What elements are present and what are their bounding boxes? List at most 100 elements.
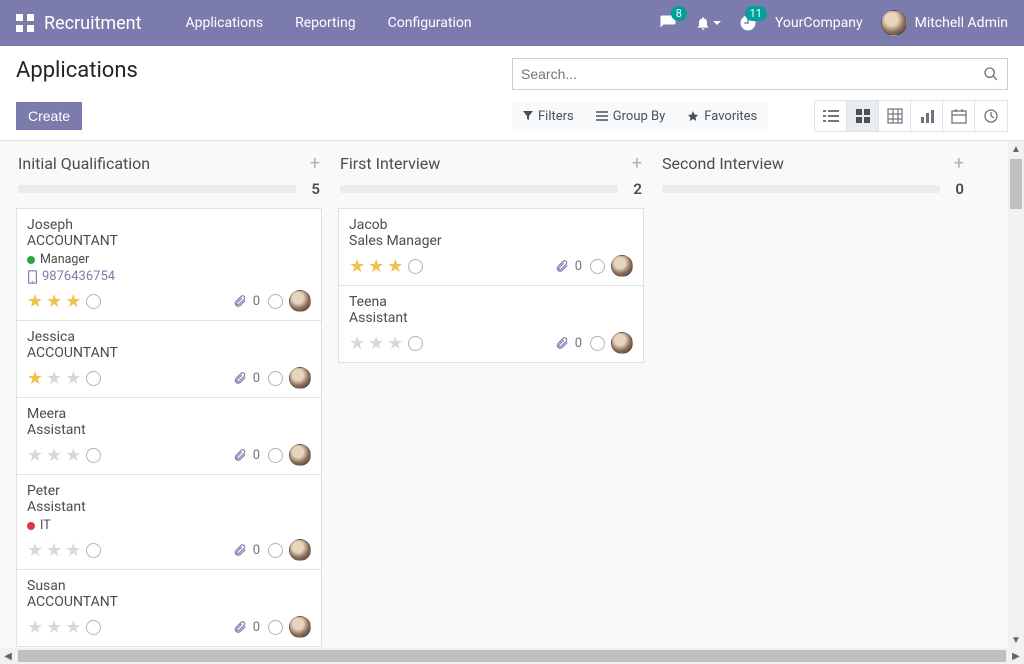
progress-bar[interactable] [340, 185, 618, 193]
activities-icon[interactable]: 11 [739, 14, 757, 32]
priority-stars[interactable]: ★★★ [27, 291, 101, 312]
column-body[interactable] [660, 204, 966, 664]
star-icon[interactable]: ★ [27, 368, 43, 389]
attachment-icon[interactable] [555, 259, 569, 273]
activity-state-icon[interactable] [268, 543, 283, 558]
attachment-icon[interactable] [233, 371, 247, 385]
vertical-scrollbar[interactable]: ▲ ▼ [1008, 141, 1024, 648]
search-input[interactable] [521, 66, 983, 82]
progress-bar[interactable] [662, 185, 940, 193]
quick-create-button[interactable]: + [954, 153, 964, 174]
user-menu[interactable]: Mitchell Admin [881, 10, 1008, 36]
column-body[interactable]: JacobSales Manager★★★0TeenaAssistant★★★0 [338, 204, 644, 664]
star-icon[interactable]: ★ [46, 291, 62, 312]
star-icon[interactable]: ★ [65, 445, 81, 466]
star-icon[interactable]: ★ [46, 368, 62, 389]
scroll-down-icon[interactable]: ▼ [1008, 632, 1024, 648]
company-selector[interactable]: YourCompany [775, 15, 863, 31]
kanban-card[interactable]: JessicaACCOUNTANT★★★0 [16, 320, 322, 398]
scroll-thumb[interactable] [18, 650, 1006, 662]
notifications-icon[interactable] [695, 15, 721, 31]
star-icon[interactable]: ★ [387, 256, 403, 277]
attachment-icon[interactable] [233, 543, 247, 557]
filters-button[interactable]: Filters [512, 102, 585, 131]
star-icon[interactable]: ★ [65, 291, 81, 312]
create-button[interactable]: Create [16, 102, 82, 130]
view-calendar[interactable] [943, 101, 975, 131]
progress-bar[interactable] [18, 185, 296, 193]
attachment-icon[interactable] [233, 294, 247, 308]
avatar[interactable] [289, 290, 311, 312]
star-icon[interactable]: ★ [27, 540, 43, 561]
quick-create-button[interactable]: + [310, 153, 320, 174]
kanban-board[interactable]: Initial Qualification+5JosephACCOUNTANTM… [0, 141, 1024, 664]
star-icon[interactable]: ★ [27, 445, 43, 466]
star-icon[interactable]: ★ [368, 256, 384, 277]
star-icon[interactable]: ★ [387, 333, 403, 354]
avatar[interactable] [289, 367, 311, 389]
activity-state-icon[interactable] [268, 448, 283, 463]
star-icon[interactable]: ★ [46, 540, 62, 561]
star-icon[interactable]: ★ [27, 291, 43, 312]
star-icon[interactable]: ★ [46, 617, 62, 638]
priority-stars[interactable]: ★★★ [349, 333, 423, 354]
messages-icon[interactable]: 8 [659, 14, 677, 32]
avatar[interactable] [611, 332, 633, 354]
kanban-state-icon[interactable] [408, 259, 423, 274]
kanban-state-icon[interactable] [86, 620, 101, 635]
kanban-state-icon[interactable] [408, 336, 423, 351]
quick-create-button[interactable]: + [632, 153, 642, 174]
column-title[interactable]: First Interview [340, 154, 440, 173]
view-kanban[interactable] [847, 101, 879, 131]
star-icon[interactable]: ★ [27, 617, 43, 638]
nav-link-applications[interactable]: Applications [170, 3, 280, 43]
activity-state-icon[interactable] [590, 336, 605, 351]
avatar[interactable] [289, 444, 311, 466]
nav-link-configuration[interactable]: Configuration [372, 3, 488, 43]
priority-stars[interactable]: ★★★ [27, 617, 101, 638]
attachment-icon[interactable] [233, 448, 247, 462]
scroll-up-icon[interactable]: ▲ [1008, 141, 1024, 157]
kanban-card[interactable]: JosephACCOUNTANTManager9876436754★★★0 [16, 208, 322, 321]
priority-stars[interactable]: ★★★ [349, 256, 423, 277]
app-brand[interactable]: Recruitment [44, 13, 142, 34]
column-body[interactable]: JosephACCOUNTANTManager9876436754★★★0Jes… [16, 204, 322, 664]
kanban-state-icon[interactable] [86, 294, 101, 309]
kanban-card[interactable]: JacobSales Manager★★★0 [338, 208, 644, 286]
view-list[interactable] [815, 101, 847, 131]
kanban-card[interactable]: PeterAssistantIT★★★0 [16, 474, 322, 570]
kanban-card[interactable]: SusanACCOUNTANT★★★0 [16, 569, 322, 647]
star-icon[interactable]: ★ [349, 333, 365, 354]
avatar[interactable] [289, 616, 311, 638]
star-icon[interactable]: ★ [65, 617, 81, 638]
nav-link-reporting[interactable]: Reporting [279, 3, 372, 43]
view-activity[interactable] [975, 101, 1007, 131]
favorites-button[interactable]: Favorites [676, 102, 768, 131]
priority-stars[interactable]: ★★★ [27, 540, 101, 561]
phone-link[interactable]: 9876436754 [27, 269, 311, 284]
star-icon[interactable]: ★ [65, 540, 81, 561]
kanban-state-icon[interactable] [86, 448, 101, 463]
priority-stars[interactable]: ★★★ [27, 445, 101, 466]
search-icon[interactable] [983, 66, 999, 82]
groupby-button[interactable]: Group By [585, 102, 677, 131]
scroll-thumb[interactable] [1010, 159, 1022, 209]
star-icon[interactable]: ★ [349, 256, 365, 277]
view-pivot[interactable] [879, 101, 911, 131]
star-icon[interactable]: ★ [65, 368, 81, 389]
scroll-right-icon[interactable]: ▶ [1008, 651, 1024, 662]
activity-state-icon[interactable] [590, 259, 605, 274]
avatar[interactable] [611, 255, 633, 277]
star-icon[interactable]: ★ [368, 333, 384, 354]
avatar[interactable] [289, 539, 311, 561]
kanban-card[interactable]: MeeraAssistant★★★0 [16, 397, 322, 475]
view-graph[interactable] [911, 101, 943, 131]
kanban-card[interactable]: TeenaAssistant★★★0 [338, 285, 644, 363]
activity-state-icon[interactable] [268, 371, 283, 386]
attachment-icon[interactable] [233, 620, 247, 634]
attachment-icon[interactable] [555, 336, 569, 350]
priority-stars[interactable]: ★★★ [27, 368, 101, 389]
column-title[interactable]: Initial Qualification [18, 154, 150, 173]
horizontal-scrollbar[interactable]: ◀ ▶ [0, 648, 1024, 664]
column-title[interactable]: Second Interview [662, 154, 784, 173]
